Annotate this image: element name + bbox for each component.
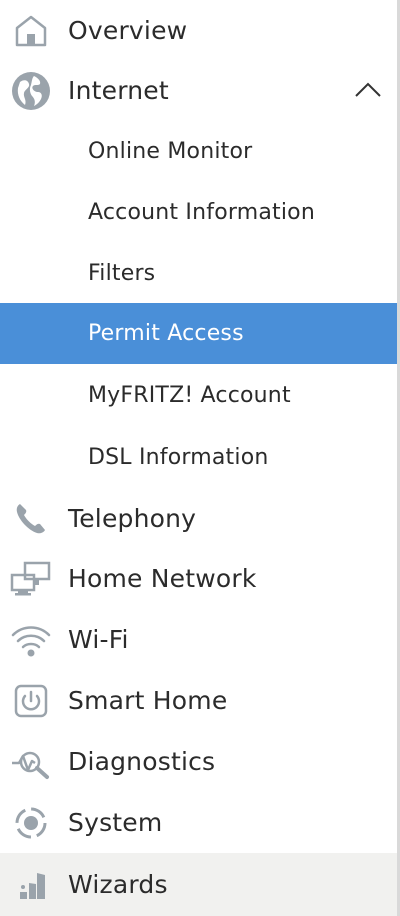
home-icon bbox=[8, 8, 54, 54]
nav-item-smart-home[interactable]: Smart Home bbox=[0, 670, 397, 731]
phone-icon bbox=[8, 496, 54, 542]
nav-subitem-online-monitor[interactable]: Online Monitor bbox=[0, 121, 397, 182]
nav-subitem-label: Filters bbox=[88, 261, 156, 286]
nav-subitem-label: Online Monitor bbox=[88, 139, 253, 164]
nav-item-label: Telephony bbox=[68, 504, 197, 533]
nav-subitem-account-information[interactable]: Account Information bbox=[0, 182, 397, 243]
nav-item-label: Overview bbox=[68, 16, 188, 45]
nav-item-label: Home Network bbox=[68, 564, 257, 593]
nav-item-label: Smart Home bbox=[68, 686, 228, 715]
wizard-icon bbox=[8, 862, 54, 908]
nav-item-system[interactable]: System bbox=[0, 792, 397, 853]
nav-item-label: Diagnostics bbox=[68, 747, 216, 776]
nav-subitem-label: Permit Access bbox=[88, 321, 244, 346]
nav-item-internet[interactable]: Internet bbox=[0, 60, 397, 121]
nav-subitem-label: Account Information bbox=[88, 200, 315, 225]
nav-subitem-permit-access[interactable]: Permit Access bbox=[0, 303, 397, 364]
wifi-icon bbox=[8, 617, 54, 663]
nav-item-label: Internet bbox=[68, 76, 169, 105]
nav-item-wizards[interactable]: Wizards bbox=[0, 853, 397, 916]
nav-subitem-dsl-information[interactable]: DSL Information bbox=[0, 427, 397, 488]
nav-item-home-network[interactable]: Home Network bbox=[0, 548, 397, 609]
network-icon bbox=[8, 556, 54, 602]
nav-subitem-label: DSL Information bbox=[88, 445, 269, 470]
nav-subitem-filters[interactable]: Filters bbox=[0, 243, 397, 304]
nav-item-label: System bbox=[68, 808, 163, 837]
nav-item-diagnostics[interactable]: Diagnostics bbox=[0, 731, 397, 792]
nav-subitem-label: MyFRITZ! Account bbox=[88, 383, 291, 408]
diagnostics-icon bbox=[8, 739, 54, 785]
nav-subitem-myfritz-account[interactable]: MyFRITZ! Account bbox=[0, 365, 397, 426]
nav-item-telephony[interactable]: Telephony bbox=[0, 488, 397, 549]
chevron-up-icon[interactable] bbox=[353, 76, 383, 106]
system-icon bbox=[8, 800, 54, 846]
nav-item-label: Wizards bbox=[68, 870, 168, 899]
globe-icon bbox=[8, 68, 54, 114]
nav-item-label: Wi-Fi bbox=[68, 625, 129, 654]
power-icon bbox=[8, 678, 54, 724]
sidebar-navigation: Overview Internet Online Monitor Account… bbox=[0, 0, 400, 916]
nav-item-overview[interactable]: Overview bbox=[0, 0, 397, 61]
nav-item-wifi[interactable]: Wi-Fi bbox=[0, 609, 397, 670]
